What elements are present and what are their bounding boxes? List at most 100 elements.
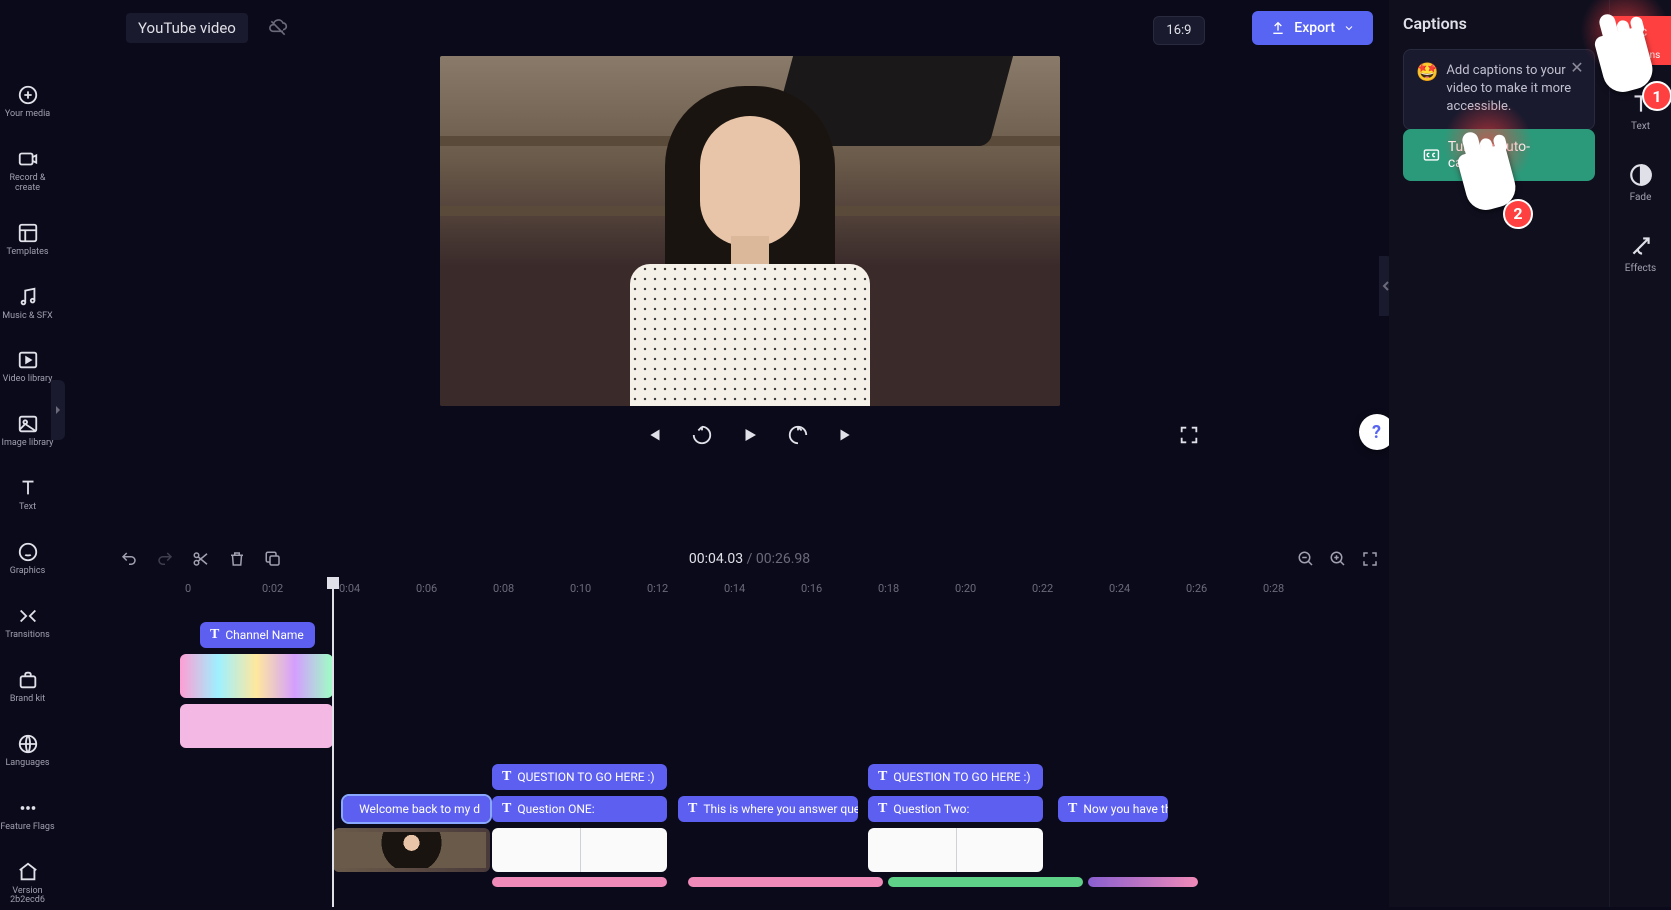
playhead[interactable] <box>332 577 334 907</box>
right-tab-captions[interactable]: CC Captions 1 <box>1610 16 1671 65</box>
text-clip-q2[interactable]: T Question Two: <box>868 796 1043 822</box>
briefcase-icon <box>17 669 39 691</box>
sidebar-feature-flags[interactable]: Feature Flags <box>0 793 55 837</box>
right-tab-effects[interactable]: Effects <box>1610 229 1671 278</box>
text-icon <box>17 477 39 499</box>
zoom-fit-button[interactable] <box>1361 550 1379 568</box>
sidebar-label: Music & SFX <box>2 312 52 322</box>
fullscreen-button[interactable] <box>1178 424 1200 446</box>
video-clip-pink[interactable] <box>180 704 333 748</box>
music-icon <box>17 286 39 308</box>
zoom-in-button[interactable] <box>1329 550 1347 568</box>
text-icon: T <box>1068 801 1077 817</box>
clip-label: Question Two: <box>893 802 969 816</box>
video-clip-white-2[interactable] <box>868 828 1043 872</box>
delete-button[interactable] <box>228 550 246 568</box>
sidebar-label: Templates <box>6 248 48 258</box>
right-tab-label: Text <box>1631 121 1650 132</box>
clip-label: QUESTION TO GO HERE :) <box>517 770 654 784</box>
sidebar-text[interactable]: Text <box>0 473 55 517</box>
sidebar-templates[interactable]: Templates <box>0 218 55 262</box>
audio-clip-4[interactable] <box>1088 877 1198 887</box>
sidebar-label: Brand kit <box>10 695 45 705</box>
sidebar-your-media[interactable]: Your media <box>0 80 55 124</box>
duplicate-button[interactable] <box>264 550 282 568</box>
text-clip-answer[interactable]: T This is where you answer quest <box>678 796 858 822</box>
skip-next-button[interactable] <box>835 424 857 446</box>
export-label: Export <box>1294 20 1335 36</box>
sparkle-icon <box>1628 233 1654 259</box>
sidebar-expand-handle[interactable] <box>51 380 65 440</box>
play-button[interactable] <box>739 424 761 446</box>
sidebar-label: Graphics <box>10 567 45 577</box>
video-preview[interactable] <box>440 56 1060 406</box>
aspect-ratio-badge[interactable]: 16:9 <box>1153 16 1204 45</box>
sidebar-record-create[interactable]: Record & create <box>0 144 55 198</box>
sidebar-video-library[interactable]: Video library <box>0 345 55 389</box>
image-icon <box>17 413 39 435</box>
text-clip-welcome[interactable]: Welcome back to my d <box>343 796 490 822</box>
text-icon: T <box>502 769 511 785</box>
close-tip-button[interactable]: ✕ <box>1568 58 1586 76</box>
sidebar-label: Languages <box>5 759 49 769</box>
cloud-sync-icon <box>268 18 288 38</box>
sidebar-label: Video library <box>3 375 53 385</box>
sidebar-image-library[interactable]: Image library <box>0 409 55 453</box>
sidebar-version[interactable]: Version 2b2ecd6 <box>0 857 55 910</box>
export-button[interactable]: Export <box>1252 11 1373 45</box>
sidebar-transitions[interactable]: Transitions <box>0 601 55 645</box>
sidebar-music-sfx[interactable]: Music & SFX <box>0 282 55 326</box>
time-display: 00:04.03 / 00:26.98 <box>689 551 810 567</box>
audio-clip-2[interactable] <box>688 877 883 887</box>
split-button[interactable] <box>192 550 210 568</box>
right-tab-label: Captions <box>1621 50 1661 61</box>
clip-label: Question ONE: <box>517 802 594 816</box>
turn-on-auto-captions-button[interactable]: Turn on auto-captions 2 <box>1403 129 1595 181</box>
rewind-button[interactable] <box>691 424 713 446</box>
audio-clip-3[interactable] <box>888 877 1083 887</box>
upload-icon <box>1270 20 1286 36</box>
text-clip-question-heading-2[interactable]: T QUESTION TO GO HERE :) <box>868 764 1043 790</box>
sidebar-brand-kit[interactable]: Brand kit <box>0 665 55 709</box>
clip-label: Now you have th <box>1083 802 1168 816</box>
sidebar-graphics[interactable]: Graphics <box>0 537 55 581</box>
undo-button[interactable] <box>120 550 138 568</box>
timeline-ruler[interactable]: 0 0:02 0:04 0:06 0:08 0:10 0:12 0:14 0:1… <box>110 577 1389 599</box>
audio-clip-1[interactable] <box>492 877 667 887</box>
captions-panel-title: Captions <box>1403 14 1595 33</box>
globe-icon <box>17 733 39 755</box>
text-clip-question-heading-1[interactable]: T QUESTION TO GO HERE :) <box>492 764 667 790</box>
dots-icon <box>17 797 39 819</box>
sidebar-label: Feature Flags <box>0 823 54 833</box>
captions-tip-card: 🤩 Add captions to your video to make it … <box>1403 49 1595 130</box>
tag-icon <box>17 861 39 883</box>
tip-text: Add captions to your video to make it mo… <box>1446 62 1582 117</box>
text-icon: T <box>878 801 887 817</box>
right-tab-label: Effects <box>1625 263 1656 274</box>
text-clip-q1[interactable]: T Question ONE: <box>492 796 667 822</box>
sidebar-label: Your media <box>5 110 50 120</box>
sidebar-label: Text <box>19 503 36 513</box>
skip-previous-button[interactable] <box>643 424 665 446</box>
redo-button[interactable] <box>156 550 174 568</box>
text-clip-now[interactable]: T Now you have th <box>1058 796 1168 822</box>
right-tab-text[interactable]: Text <box>1610 87 1671 136</box>
project-title[interactable]: YouTube video <box>126 13 248 43</box>
text-icon: T <box>878 769 887 785</box>
clip-label: QUESTION TO GO HERE :) <box>893 770 1030 784</box>
video-clip-white-1[interactable] <box>492 828 667 872</box>
right-tab-fade[interactable]: Fade <box>1610 158 1671 207</box>
chevron-down-icon <box>1343 22 1355 34</box>
transitions-icon <box>17 605 39 627</box>
smiley-icon: 🤩 <box>1416 62 1438 117</box>
text-clip-channel-name[interactable]: T Channel Name <box>200 622 315 648</box>
video-clip-holo[interactable] <box>180 654 333 698</box>
clip-label: This is where you answer quest <box>703 802 858 816</box>
sidebar-label: Transitions <box>5 631 50 641</box>
video-clip-thumb-1[interactable] <box>333 828 490 872</box>
sidebar-languages[interactable]: Languages <box>0 729 55 773</box>
text-icon: T <box>502 801 511 817</box>
film-icon <box>17 349 39 371</box>
zoom-out-button[interactable] <box>1297 550 1315 568</box>
forward-button[interactable] <box>787 424 809 446</box>
